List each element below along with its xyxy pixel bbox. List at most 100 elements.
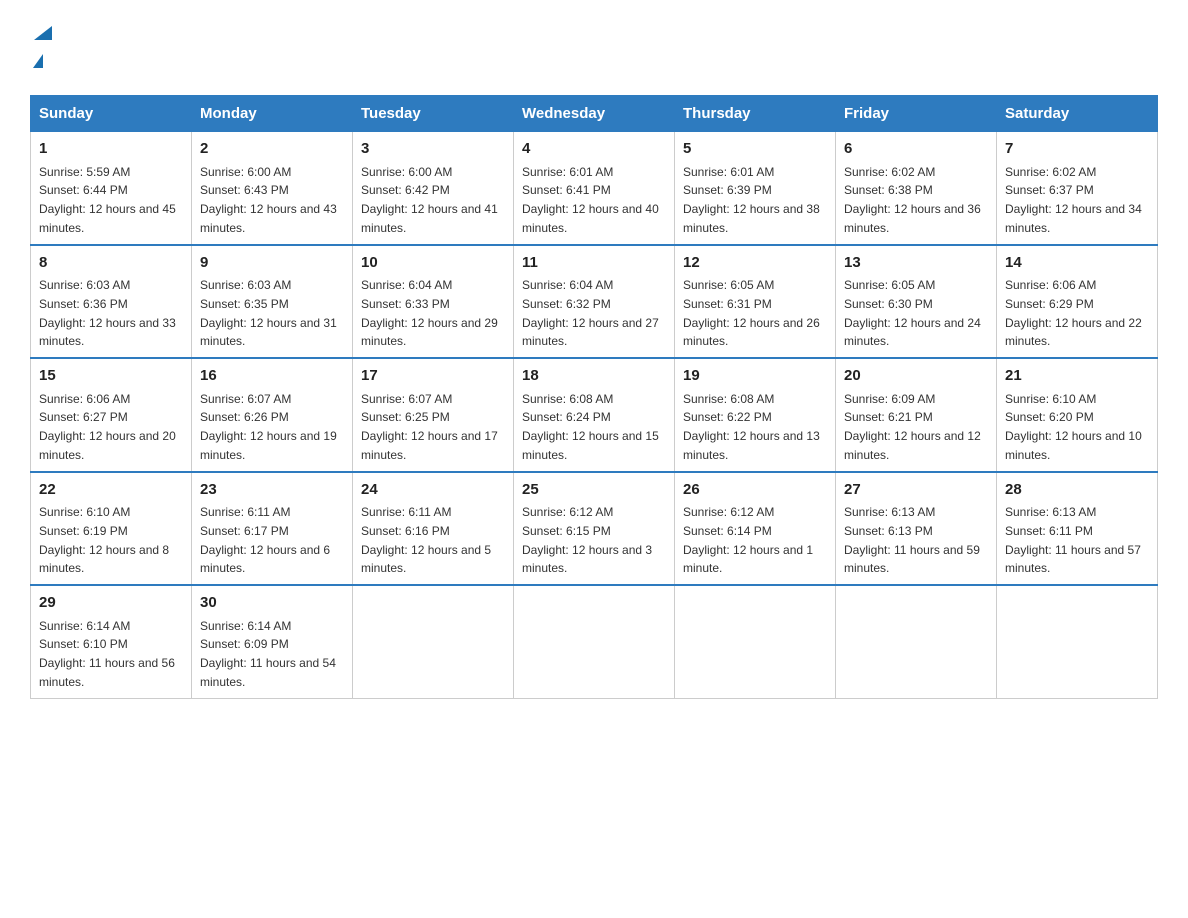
day-info: Sunrise: 6:08 AMSunset: 6:24 PMDaylight:… [522,392,659,462]
day-number: 18 [522,365,666,388]
day-number: 24 [361,479,505,502]
day-number: 28 [1005,479,1149,502]
day-number: 22 [39,479,183,502]
calendar-cell [514,585,675,698]
calendar-cell: 26 Sunrise: 6:12 AMSunset: 6:14 PMDayligh… [675,472,836,586]
calendar-header-row: SundayMondayTuesdayWednesdayThursdayFrid… [31,96,1158,132]
calendar-col-header: Saturday [997,96,1158,132]
day-number: 15 [39,365,183,388]
day-info: Sunrise: 6:06 AMSunset: 6:27 PMDaylight:… [39,392,176,462]
calendar-col-header: Thursday [675,96,836,132]
calendar-cell: 8 Sunrise: 6:03 AMSunset: 6:36 PMDaylight… [31,245,192,359]
calendar-col-header: Wednesday [514,96,675,132]
calendar-cell: 9 Sunrise: 6:03 AMSunset: 6:35 PMDaylight… [192,245,353,359]
day-number: 5 [683,138,827,161]
calendar-cell [353,585,514,698]
day-info: Sunrise: 6:04 AMSunset: 6:32 PMDaylight:… [522,278,659,348]
day-info: Sunrise: 6:07 AMSunset: 6:25 PMDaylight:… [361,392,498,462]
day-info: Sunrise: 6:04 AMSunset: 6:33 PMDaylight:… [361,278,498,348]
calendar-cell [997,585,1158,698]
day-info: Sunrise: 6:07 AMSunset: 6:26 PMDaylight:… [200,392,337,462]
calendar-cell: 1Sunrise: 5:59 AMSunset: 6:44 PMDaylight… [31,132,192,245]
calendar-cell: 23 Sunrise: 6:11 AMSunset: 6:17 PMDayligh… [192,472,353,586]
calendar-week-row: 1Sunrise: 5:59 AMSunset: 6:44 PMDaylight… [31,132,1158,245]
calendar-cell: 4 Sunrise: 6:01 AMSunset: 6:41 PMDaylight… [514,132,675,245]
calendar-col-header: Tuesday [353,96,514,132]
day-info: Sunrise: 6:11 AMSunset: 6:17 PMDaylight:… [200,505,330,575]
day-number: 25 [522,479,666,502]
calendar-cell: 3 Sunrise: 6:00 AMSunset: 6:42 PMDaylight… [353,132,514,245]
day-number: 16 [200,365,344,388]
calendar-cell [836,585,997,698]
day-info: Sunrise: 6:10 AMSunset: 6:20 PMDaylight:… [1005,392,1142,462]
calendar-cell: 18 Sunrise: 6:08 AMSunset: 6:24 PMDayligh… [514,358,675,472]
day-info: Sunrise: 6:13 AMSunset: 6:13 PMDaylight:… [844,505,980,575]
day-number: 11 [522,252,666,275]
calendar-cell: 17 Sunrise: 6:07 AMSunset: 6:25 PMDayligh… [353,358,514,472]
page-header [30,20,1158,75]
day-number: 23 [200,479,344,502]
calendar-cell: 14 Sunrise: 6:06 AMSunset: 6:29 PMDayligh… [997,245,1158,359]
day-info: Sunrise: 6:12 AMSunset: 6:15 PMDaylight:… [522,505,652,575]
day-number: 1 [39,138,183,161]
calendar-cell: 7 Sunrise: 6:02 AMSunset: 6:37 PMDaylight… [997,132,1158,245]
day-number: 17 [361,365,505,388]
calendar-week-row: 15 Sunrise: 6:06 AMSunset: 6:27 PMDayligh… [31,358,1158,472]
calendar-cell: 12 Sunrise: 6:05 AMSunset: 6:31 PMDayligh… [675,245,836,359]
day-number: 7 [1005,138,1149,161]
logo-triangle-icon [32,22,54,44]
day-number: 12 [683,252,827,275]
day-info: Sunrise: 6:01 AMSunset: 6:41 PMDaylight:… [522,165,659,235]
calendar-cell: 21 Sunrise: 6:10 AMSunset: 6:20 PMDayligh… [997,358,1158,472]
calendar-cell: 20Sunrise: 6:09 AMSunset: 6:21 PMDayligh… [836,358,997,472]
day-info: Sunrise: 6:03 AMSunset: 6:36 PMDaylight:… [39,278,176,348]
day-info: Sunrise: 6:05 AMSunset: 6:30 PMDaylight:… [844,278,981,348]
calendar-week-row: 29 Sunrise: 6:14 AMSunset: 6:10 PMDayligh… [31,585,1158,698]
calendar-cell: 19 Sunrise: 6:08 AMSunset: 6:22 PMDayligh… [675,358,836,472]
day-number: 21 [1005,365,1149,388]
day-number: 2 [200,138,344,161]
day-number: 3 [361,138,505,161]
day-info: Sunrise: 6:14 AMSunset: 6:10 PMDaylight:… [39,619,175,689]
calendar-cell: 5 Sunrise: 6:01 AMSunset: 6:39 PMDaylight… [675,132,836,245]
day-info: Sunrise: 6:06 AMSunset: 6:29 PMDaylight:… [1005,278,1142,348]
day-number: 30 [200,592,344,615]
day-info: Sunrise: 6:01 AMSunset: 6:39 PMDaylight:… [683,165,820,235]
day-info: Sunrise: 6:00 AMSunset: 6:42 PMDaylight:… [361,165,498,235]
calendar-table: SundayMondayTuesdayWednesdayThursdayFrid… [30,95,1158,699]
day-info: Sunrise: 6:12 AMSunset: 6:14 PMDaylight:… [683,505,813,575]
calendar-col-header: Friday [836,96,997,132]
day-info: Sunrise: 6:13 AMSunset: 6:11 PMDaylight:… [1005,505,1141,575]
day-info: Sunrise: 6:02 AMSunset: 6:37 PMDaylight:… [1005,165,1142,235]
day-number: 20 [844,365,988,388]
day-number: 10 [361,252,505,275]
logo [30,20,54,75]
day-info: Sunrise: 6:14 AMSunset: 6:09 PMDaylight:… [200,619,336,689]
calendar-cell: 6Sunrise: 6:02 AMSunset: 6:38 PMDaylight… [836,132,997,245]
day-number: 9 [200,252,344,275]
day-number: 13 [844,252,988,275]
calendar-cell: 15 Sunrise: 6:06 AMSunset: 6:27 PMDayligh… [31,358,192,472]
day-info: Sunrise: 6:03 AMSunset: 6:35 PMDaylight:… [200,278,337,348]
calendar-cell: 28 Sunrise: 6:13 AMSunset: 6:11 PMDayligh… [997,472,1158,586]
calendar-cell: 27 Sunrise: 6:13 AMSunset: 6:13 PMDayligh… [836,472,997,586]
calendar-cell: 16 Sunrise: 6:07 AMSunset: 6:26 PMDayligh… [192,358,353,472]
day-number: 19 [683,365,827,388]
day-number: 26 [683,479,827,502]
day-info: Sunrise: 6:05 AMSunset: 6:31 PMDaylight:… [683,278,820,348]
day-number: 29 [39,592,183,615]
day-number: 27 [844,479,988,502]
calendar-col-header: Sunday [31,96,192,132]
day-number: 14 [1005,252,1149,275]
day-info: Sunrise: 6:10 AMSunset: 6:19 PMDaylight:… [39,505,169,575]
day-info: Sunrise: 6:08 AMSunset: 6:22 PMDaylight:… [683,392,820,462]
calendar-cell: 30 Sunrise: 6:14 AMSunset: 6:09 PMDayligh… [192,585,353,698]
calendar-cell: 29 Sunrise: 6:14 AMSunset: 6:10 PMDayligh… [31,585,192,698]
day-info: Sunrise: 6:11 AMSunset: 6:16 PMDaylight:… [361,505,491,575]
day-number: 4 [522,138,666,161]
day-info: Sunrise: 6:00 AMSunset: 6:43 PMDaylight:… [200,165,337,235]
day-number: 8 [39,252,183,275]
calendar-cell: 25 Sunrise: 6:12 AMSunset: 6:15 PMDayligh… [514,472,675,586]
logo-blue-text [30,44,43,75]
calendar-cell: 24 Sunrise: 6:11 AMSunset: 6:16 PMDayligh… [353,472,514,586]
